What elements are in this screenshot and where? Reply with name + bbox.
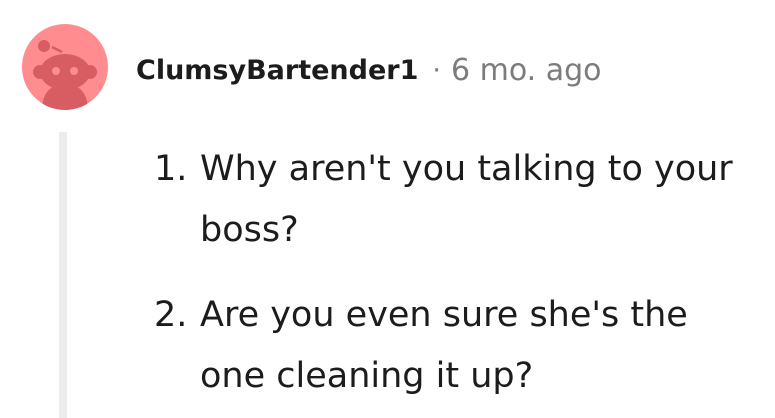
meta-separator: · (432, 54, 441, 86)
list-item-text: Are you even sure she's the one cleaning… (200, 295, 688, 396)
list-item: 2. Are you even sure she's the one clean… (154, 285, 754, 407)
comment-author[interactable]: ClumsyBartender1 (136, 55, 418, 86)
reddit-snoo-icon (33, 40, 97, 110)
list-item-number: 1. (154, 149, 188, 189)
comment: ClumsyBartender1 · 6 mo. ago 1. Why aren… (0, 0, 775, 418)
comment-timestamp[interactable]: 6 mo. ago (451, 53, 602, 88)
thread-collapse-line[interactable] (59, 132, 67, 418)
numbered-list: 1. Why aren't you talking to your boss? … (154, 139, 754, 407)
comment-meta: ClumsyBartender1 · 6 mo. ago (136, 50, 602, 90)
list-item: 1. Why aren't you talking to your boss? (154, 139, 754, 261)
list-item-number: 2. (154, 295, 188, 335)
user-avatar[interactable] (22, 24, 108, 110)
comment-body: 1. Why aren't you talking to your boss? … (154, 139, 754, 418)
list-item-text: Why aren't you talking to your boss? (200, 149, 733, 250)
